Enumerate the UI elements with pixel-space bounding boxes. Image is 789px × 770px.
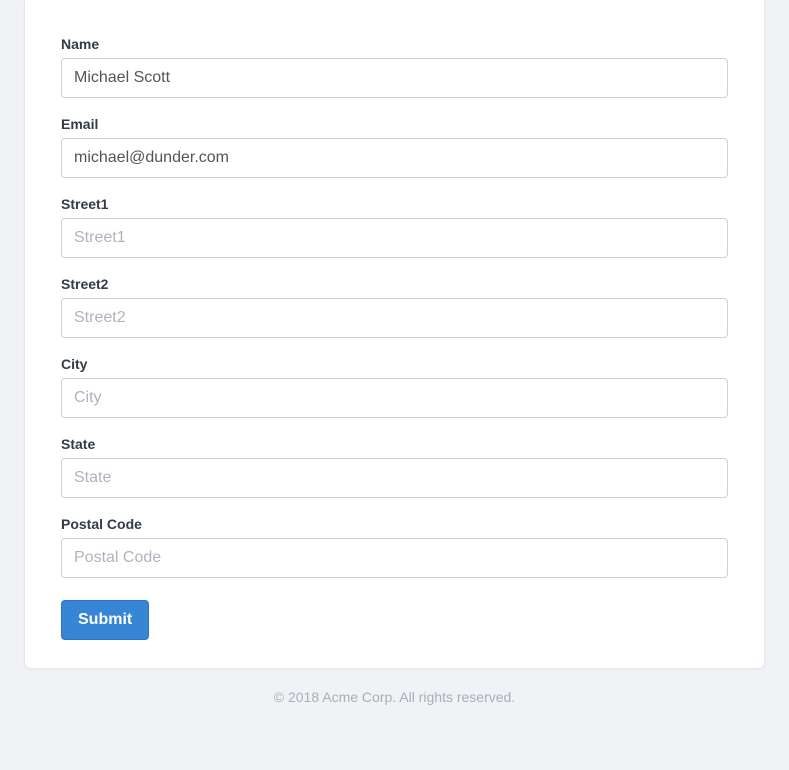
postal-code-label: Postal Code <box>61 516 728 532</box>
state-label: State <box>61 436 728 452</box>
city-input[interactable] <box>61 378 728 418</box>
form-group-state: State <box>61 436 728 498</box>
email-input[interactable] <box>61 138 728 178</box>
postal-code-input[interactable] <box>61 538 728 578</box>
form-group-street2: Street2 <box>61 276 728 338</box>
submit-button[interactable]: Submit <box>61 600 149 640</box>
footer-text: © 2018 Acme Corp. All rights reserved. <box>0 689 789 705</box>
city-label: City <box>61 356 728 372</box>
street2-label: Street2 <box>61 276 728 292</box>
name-label: Name <box>61 36 728 52</box>
street2-input[interactable] <box>61 298 728 338</box>
user-form: Name Email Street1 Street2 City State Po… <box>61 36 728 640</box>
street1-label: Street1 <box>61 196 728 212</box>
form-group-city: City <box>61 356 728 418</box>
form-card: Name Email Street1 Street2 City State Po… <box>24 0 765 669</box>
email-label: Email <box>61 116 728 132</box>
form-group-email: Email <box>61 116 728 178</box>
form-group-name: Name <box>61 36 728 98</box>
state-input[interactable] <box>61 458 728 498</box>
street1-input[interactable] <box>61 218 728 258</box>
form-group-postal-code: Postal Code <box>61 516 728 578</box>
form-group-street1: Street1 <box>61 196 728 258</box>
name-input[interactable] <box>61 58 728 98</box>
